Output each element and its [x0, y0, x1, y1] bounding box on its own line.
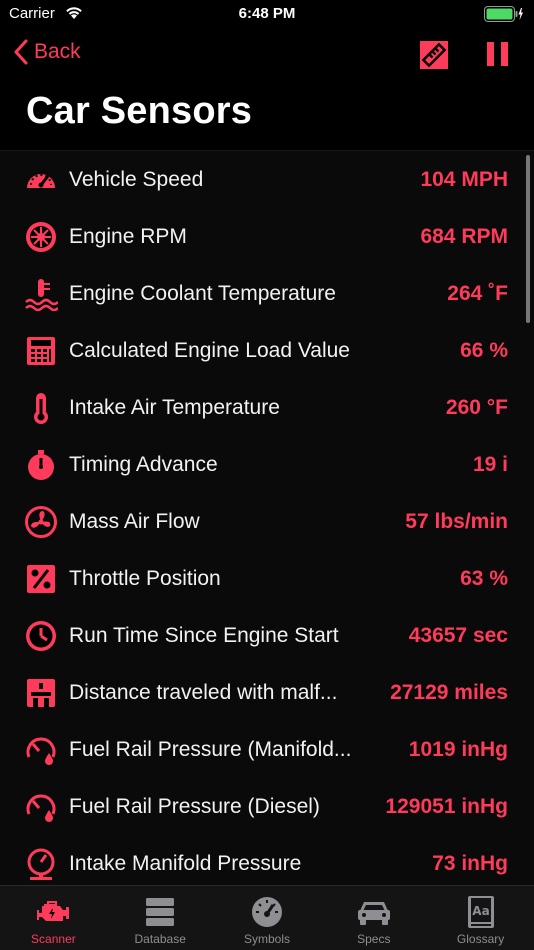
tab-specs[interactable]: Specs: [320, 886, 427, 950]
sensor-label: Intake Manifold Pressure: [69, 851, 302, 875]
stopwatch-icon: [24, 448, 58, 482]
sensor-row[interactable]: Vehicle Speed 104 MPH: [0, 151, 534, 208]
fuel-gauge-icon: [24, 790, 58, 824]
sensor-label: Mass Air Flow: [69, 509, 200, 533]
tab-bar: Scanner Database Symbols Specs Aa Glossa…: [0, 885, 534, 950]
calculator-icon: [24, 334, 58, 368]
sensor-value: 66 %: [460, 338, 508, 362]
battery-icon: [484, 6, 523, 22]
sensor-value: 264 ˚F: [447, 281, 508, 305]
sensor-value: 104 MPH: [420, 167, 508, 191]
sensor-label: Distance traveled with malf...: [69, 680, 338, 704]
tab-database[interactable]: Database: [107, 886, 214, 950]
fuel-gauge-icon: [24, 733, 58, 767]
sensor-row[interactable]: Mass Air Flow 57 lbs/min: [0, 493, 534, 550]
tab-label: Database: [134, 932, 186, 946]
clock-icon: [24, 619, 58, 653]
tab-scanner[interactable]: Scanner: [0, 886, 107, 950]
coolant-icon: [24, 277, 58, 311]
sensor-row[interactable]: Run Time Since Engine Start 43657 sec: [0, 607, 534, 664]
back-label: Back: [34, 40, 81, 63]
sensor-label: Fuel Rail Pressure (Manifold...: [69, 737, 352, 761]
sensor-row[interactable]: Fuel Rail Pressure (Diesel) 129051 inHg: [0, 778, 534, 835]
sensor-row[interactable]: Distance traveled with malf... 27129 mil…: [0, 664, 534, 721]
sensor-value: 57 lbs/min: [405, 509, 508, 533]
svg-text:Aa: Aa: [472, 904, 489, 918]
navigation-bar: Back: [0, 30, 534, 82]
sensor-row[interactable]: Calculated Engine Load Value 66 %: [0, 322, 534, 379]
sensor-value: 27129 miles: [390, 680, 508, 704]
speedometer-icon: [24, 163, 58, 197]
tab-label: Specs: [357, 932, 391, 946]
sensor-value: 19 i: [472, 452, 508, 476]
tab-label: Symbols: [243, 932, 290, 946]
sensor-value: 684 RPM: [420, 224, 508, 248]
engine-icon: [36, 895, 70, 929]
sensor-row[interactable]: Engine RPM 684 RPM: [0, 208, 534, 265]
database-icon: [145, 895, 175, 929]
tab-symbols[interactable]: Symbols: [214, 886, 321, 950]
sensor-row[interactable]: Fuel Rail Pressure (Manifold... 1019 inH…: [0, 721, 534, 778]
fan-icon: [24, 505, 58, 539]
pressure-gauge-icon: [24, 847, 58, 881]
sensor-label: Timing Advance: [69, 452, 218, 476]
sensor-label: Vehicle Speed: [69, 167, 204, 191]
chevron-left-icon: [14, 39, 28, 65]
sensor-label: Engine Coolant Temperature: [69, 281, 336, 305]
percent-icon: [24, 562, 58, 596]
sensor-label: Run Time Since Engine Start: [69, 623, 339, 647]
status-time: 6:48 PM: [238, 5, 296, 22]
sensor-row[interactable]: Intake Manifold Pressure 73 inHg: [0, 835, 534, 885]
page-title: Car Sensors: [26, 90, 253, 132]
sensor-list[interactable]: Vehicle Speed 104 MPH Engine RPM 684 RPM…: [0, 150, 534, 885]
sensor-value: 1019 inHg: [408, 737, 508, 761]
sensor-label: Throttle Position: [69, 566, 221, 590]
status-bar: Carrier 6:48 PM: [0, 0, 534, 30]
tab-glossary[interactable]: Aa Glossary: [427, 886, 534, 950]
car-icon: [356, 895, 392, 929]
back-button[interactable]: Back: [14, 39, 81, 65]
sensor-label: Intake Air Temperature: [69, 395, 280, 419]
sensor-value: 63 %: [460, 566, 508, 590]
scrollbar[interactable]: [526, 155, 530, 323]
thermometer-icon: [24, 391, 58, 425]
sensor-value: 129051 inHg: [385, 794, 508, 818]
tab-label: Scanner: [31, 932, 76, 946]
sensor-row[interactable]: Engine Coolant Temperature 264 ˚F: [0, 265, 534, 322]
sensor-label: Fuel Rail Pressure (Diesel): [69, 794, 320, 818]
sensor-row[interactable]: Throttle Position 63 %: [0, 550, 534, 607]
turbine-icon: [24, 220, 58, 254]
dictionary-icon: Aa: [467, 895, 495, 929]
sensor-value: 73 inHg: [432, 851, 508, 875]
ruler-button[interactable]: [418, 39, 450, 71]
pause-button[interactable]: [484, 39, 512, 69]
sensor-row[interactable]: Timing Advance 19 i: [0, 436, 534, 493]
sensor-value: 260 °F: [445, 395, 508, 419]
tab-label: Glossary: [456, 932, 505, 946]
road-icon: [24, 676, 58, 710]
gauge-icon: [251, 895, 283, 929]
sensor-row[interactable]: Intake Air Temperature 260 °F: [0, 379, 534, 436]
sensor-label: Calculated Engine Load Value: [69, 338, 350, 362]
sensor-label: Engine RPM: [69, 224, 187, 248]
sensor-value: 43657 sec: [408, 623, 508, 647]
